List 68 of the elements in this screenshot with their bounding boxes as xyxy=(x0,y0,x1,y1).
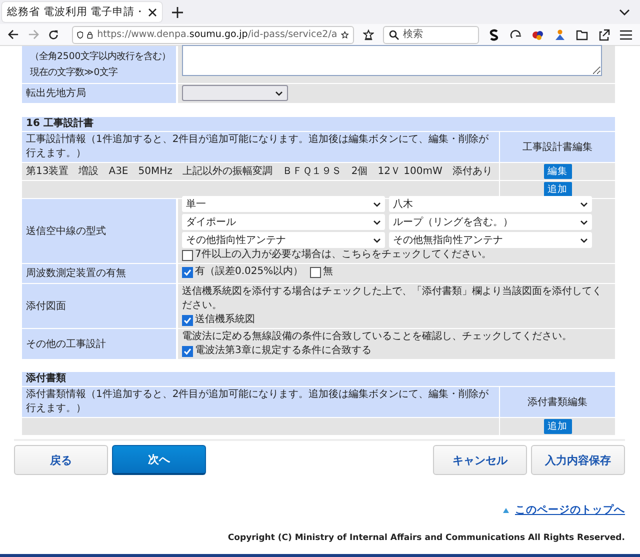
page-top-link[interactable]: このページのトップへ xyxy=(515,503,625,518)
save-button[interactable]: 入力内容保存 xyxy=(531,445,625,475)
search-icon xyxy=(388,30,399,40)
section-info: 添付書類情報（1件追加すると、2件目が追加可能になります。追加後は編集ボタンにて、編集・削除が行えます。） xyxy=(22,387,500,417)
caret-icon xyxy=(580,202,588,206)
triangle-icon xyxy=(503,508,509,513)
bureau-select[interactable] xyxy=(182,85,288,101)
folder-icon[interactable] xyxy=(576,28,588,40)
checkbox[interactable] xyxy=(182,314,193,326)
new-tab-icon[interactable] xyxy=(172,6,183,18)
column-heading: 添付書類編集 xyxy=(500,387,615,417)
field-label: 送信空中線の型式 xyxy=(22,199,178,263)
antenna-type-select[interactable]: その他無指向性アンテナ xyxy=(389,232,592,248)
checkbox-label: 7件以上の入力が必要な場合は、こちらをチェックしてください。 xyxy=(195,248,492,262)
checkbox[interactable] xyxy=(182,250,193,260)
field-label: （全角2500文字以内改行を含む） 現在の文字数≫0文字 xyxy=(22,46,178,83)
cancel-button[interactable]: キャンセル xyxy=(433,445,527,475)
address-bar[interactable]: https://www.denpa.soumu.go.jp/id-pass/service2/a xyxy=(72,26,354,44)
antenna-type-select[interactable]: その他指向性アンテナ xyxy=(182,232,385,248)
caret-icon xyxy=(275,90,283,96)
star-icon[interactable] xyxy=(341,28,349,40)
field-label: 転出先地方局 xyxy=(22,84,178,103)
lock-icon xyxy=(87,28,94,40)
share-icon[interactable] xyxy=(598,28,610,40)
chevron-down-icon[interactable] xyxy=(619,8,630,16)
checkbox-label: 有（誤差0.025%以内） xyxy=(195,265,304,279)
tab-title: 総務省 電波利用 電子申請・ xyxy=(7,4,146,20)
caret-icon xyxy=(373,220,381,224)
search-field[interactable]: 検索 xyxy=(382,26,479,44)
instruction-text: 電波法に定める無線設備の条件に合致していることを確認し、チェックしてください。 xyxy=(182,330,573,344)
antenna-type-select[interactable]: 八木 xyxy=(389,196,592,212)
section-info: 工事設計情報（1件追加すると、2件目が追加可能になります。追加後は編集ボタンにて、編集・削除が行えます。） xyxy=(22,132,500,162)
browser-tab[interactable]: 総務省 電波利用 電子申請・ xyxy=(2,2,162,22)
instruction-text: 送信機系統図を添付する場合はチェックした上で、「添付書類」欄より当該図面を添付してください。 xyxy=(182,285,603,313)
close-icon[interactable] xyxy=(148,8,157,16)
reload-icon[interactable] xyxy=(48,28,59,40)
checkbox[interactable] xyxy=(182,266,193,278)
shield-icon xyxy=(76,28,84,40)
back-arrow-icon[interactable] xyxy=(8,29,19,40)
checkbox-label: 電波法第3章に規定する条件に合致する xyxy=(195,344,372,358)
antenna-type-select[interactable]: ダイポール xyxy=(182,214,385,230)
checkbox[interactable] xyxy=(310,266,322,278)
entry-text: 第13装置 増設 A3E 50MHz 上記以外の振幅変調 ＢＦＱ１９Ｓ 2個 12Ｖ 100mW 添付あり xyxy=(25,164,494,179)
caret-icon xyxy=(580,238,588,242)
antenna-type-select[interactable]: ループ（リングを含む。） xyxy=(389,214,592,230)
column-heading: 工事設計書編集 xyxy=(500,132,615,162)
menu-icon[interactable] xyxy=(620,30,632,40)
pocket-icon[interactable] xyxy=(362,28,374,40)
edit-button[interactable]: 編集 xyxy=(544,164,572,179)
remarks-textarea[interactable] xyxy=(182,45,602,76)
add-button[interactable]: 追加 xyxy=(544,182,572,197)
checkbox[interactable] xyxy=(182,346,193,356)
url-text: https://www.denpa.soumu.go.jp/id-pass/service2/a xyxy=(97,28,338,42)
caret-icon xyxy=(580,220,588,224)
field-label: その他の工事設計 xyxy=(22,329,178,359)
back-button[interactable]: 戻る xyxy=(14,445,108,475)
add-button[interactable]: 追加 xyxy=(544,419,572,434)
caret-icon xyxy=(373,202,381,206)
caret-icon xyxy=(373,238,381,242)
section-heading: 16 工事設計書 xyxy=(22,117,615,132)
field-label: 周波数測定装置の有無 xyxy=(22,264,178,283)
field-label: 添付図面 xyxy=(22,284,178,328)
checkbox-label: 無 xyxy=(323,265,334,279)
copyright-text: Copyright (C) Ministry of Internal Affairs and Communications All Rights Reserved. xyxy=(226,532,625,545)
next-button[interactable]: 次へ xyxy=(112,445,206,475)
antenna-type-select[interactable]: 単一 xyxy=(182,196,385,212)
section-heading: 添付書類 xyxy=(22,372,615,387)
checkbox-label: 送信機系統図 xyxy=(195,313,255,327)
